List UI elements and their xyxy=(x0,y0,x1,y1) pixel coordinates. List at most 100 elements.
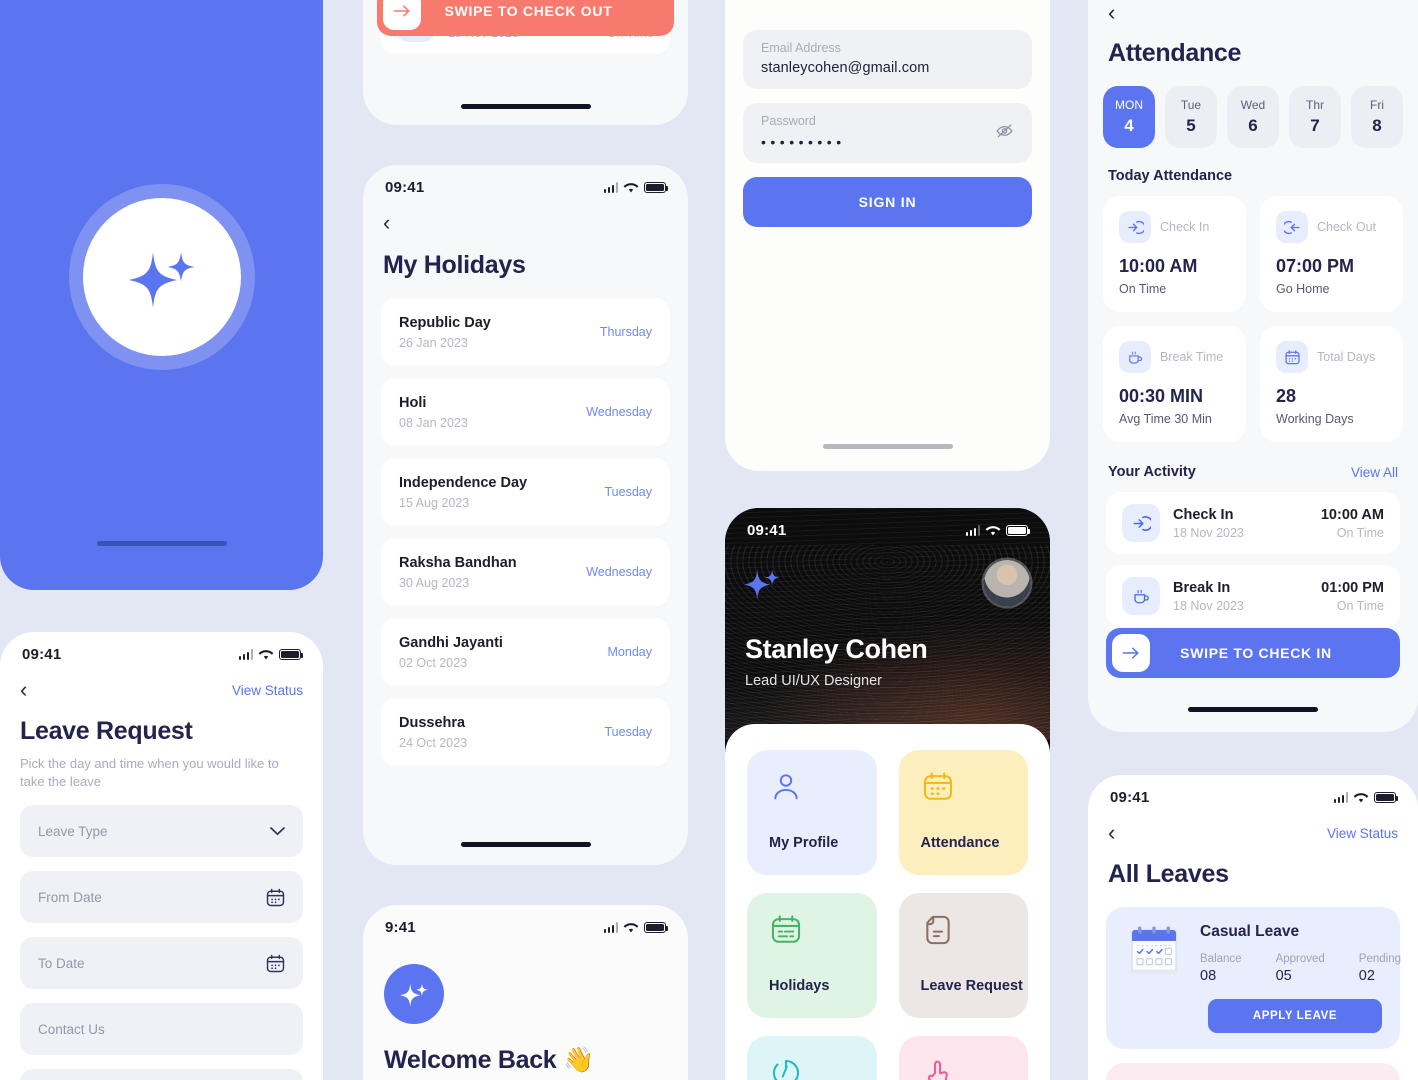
back-button[interactable]: ‹ xyxy=(1108,0,1115,25)
wifi-icon xyxy=(985,525,1001,535)
day-name: Wed xyxy=(1240,98,1266,112)
wifi-icon xyxy=(623,922,639,932)
holiday-date: 08 Jan 2023 xyxy=(399,415,468,430)
signal-icon xyxy=(1333,792,1348,803)
day-cell-wed[interactable]: Wed 6 xyxy=(1227,86,1279,148)
screenshot-canvas: 09:41 ‹ View Status Leave Request Pick t… xyxy=(0,0,1418,1080)
activity-date: 18 Nov 2023 xyxy=(1173,525,1244,540)
leave-stat-caption: Approved xyxy=(1275,953,1325,965)
back-button[interactable]: ‹ xyxy=(383,210,390,235)
reason-input[interactable]: Reason xyxy=(20,1069,303,1080)
status-bar: 09:41 xyxy=(0,632,323,667)
menu-tiles: My Profile Attendance Holidays Leave Req… xyxy=(747,750,1028,1080)
swipe-to-check-out[interactable]: SWIPE TO CHECK OUT xyxy=(377,0,674,36)
holiday-weekday: Tuesday xyxy=(604,725,652,739)
view-status-link[interactable]: View Status xyxy=(1327,826,1398,841)
activity-time: 10:00 AM xyxy=(1320,506,1384,523)
activity-note: On Time xyxy=(1336,525,1384,540)
day-cell-tue[interactable]: Tue 5 xyxy=(1165,86,1217,148)
activity-row[interactable]: Check In 18 Nov 2023 10:00 AM On Time xyxy=(1106,492,1400,554)
view-all-link[interactable]: View All xyxy=(1351,465,1398,480)
home-indicator xyxy=(460,104,591,109)
leave-type-select[interactable]: Leave Type xyxy=(20,805,303,857)
swipe-to-check-in[interactable]: SWIPE TO CHECK IN xyxy=(1106,628,1400,678)
leave-type-placeholder: Leave Type xyxy=(38,823,108,839)
sparkle-icon xyxy=(739,560,785,611)
tile-leave-request[interactable]: Leave Request xyxy=(898,893,1028,1018)
back-button[interactable]: ‹ xyxy=(20,679,27,701)
from-date-input[interactable]: From Date xyxy=(20,871,303,923)
battery-icon xyxy=(279,649,304,660)
sparkle-icon xyxy=(384,964,444,1024)
battery-icon xyxy=(644,922,669,933)
holiday-item[interactable]: Holi 08 Jan 2023 Wednesday xyxy=(381,378,670,446)
status-bar: 09:41 xyxy=(725,508,1050,543)
sparkle-icon xyxy=(82,198,241,356)
signal-icon xyxy=(238,649,253,660)
back-button[interactable]: ‹ xyxy=(1108,822,1115,844)
contact-us-placeholder: Contact Us xyxy=(38,1021,105,1037)
signal-icon xyxy=(965,525,980,536)
status-bar: 9:41 xyxy=(363,905,688,940)
wifi-icon xyxy=(1353,792,1369,802)
home-indicator xyxy=(822,444,953,449)
password-field[interactable]: Password ••••••••• xyxy=(743,103,1032,163)
leave-stat-balance: Balance 08 xyxy=(1200,953,1242,984)
welcome-back-screen: 9:41 Welcome Back 👋 xyxy=(363,905,688,1080)
profile-screen: 09:41 Stanley Cohen Lead UI/UX Designer … xyxy=(725,508,1050,1080)
calendar-dots-icon xyxy=(923,772,952,800)
my-holidays-screen: 09:41 ‹ My Holidays Republic Day 26 Jan 2… xyxy=(363,165,688,865)
tile-attendance[interactable]: Attendance xyxy=(898,750,1028,875)
holidays-list: Republic Day 26 Jan 2023 Thursday Holi 08 … xyxy=(363,298,688,766)
apply-leave-button[interactable]: APPLY LEAVE xyxy=(1208,999,1382,1033)
status-time: 09:41 xyxy=(747,522,787,539)
tile-label: Holidays xyxy=(769,978,830,994)
leave-stat-value: 05 xyxy=(1275,968,1292,984)
holiday-item[interactable]: Dussehra 24 Oct 2023 Tuesday xyxy=(381,698,670,766)
holiday-weekday: Thursday xyxy=(599,325,652,339)
stat-sub: Go Home xyxy=(1276,282,1330,296)
view-status-link[interactable]: View Status xyxy=(232,683,303,698)
avatar[interactable] xyxy=(984,560,1030,606)
password-value: ••••••••• xyxy=(761,134,846,150)
holiday-weekday: Monday xyxy=(607,645,652,659)
tile-tap[interactable] xyxy=(898,1036,1028,1080)
to-date-placeholder: To Date xyxy=(38,955,85,971)
to-date-input[interactable]: To Date xyxy=(20,937,303,989)
today-attendance-title: Today Attendance xyxy=(1108,168,1233,184)
status-icons xyxy=(603,922,669,934)
holiday-item[interactable]: Gandhi Jayanti 02 Oct 2023 Monday xyxy=(381,618,670,686)
day-cell-mon[interactable]: MON 4 xyxy=(1103,86,1155,148)
email-label: Email Address xyxy=(761,41,841,55)
tile-timer[interactable] xyxy=(747,1036,877,1080)
eye-off-icon[interactable] xyxy=(995,122,1014,144)
holiday-name: Republic Day xyxy=(399,314,491,331)
tile-my-profile[interactable]: My Profile xyxy=(747,750,877,875)
splash-screen xyxy=(0,0,323,590)
contact-us-input[interactable]: Contact Us xyxy=(20,1003,303,1055)
status-icons xyxy=(965,525,1031,537)
holiday-item[interactable]: Republic Day 26 Jan 2023 Thursday xyxy=(381,298,670,366)
sign-in-button[interactable]: SIGN IN xyxy=(743,177,1032,227)
email-field[interactable]: Email Address stanleycohen@gmail.com xyxy=(743,30,1032,89)
day-cell-fri[interactable]: Fri 8 xyxy=(1351,86,1403,148)
activity-list: Check In 18 Nov 2023 10:00 AM On Time Br… xyxy=(1088,492,1418,627)
leave-stat-caption: Balance xyxy=(1200,953,1242,965)
tile-holidays[interactable]: Holidays xyxy=(747,893,877,1018)
holiday-item[interactable]: Raksha Bandhan 30 Aug 2023 Wednesday xyxy=(381,538,670,606)
home-indicator xyxy=(1188,707,1318,712)
tile-label: Leave Request xyxy=(920,978,1023,994)
day-number: 7 xyxy=(1310,116,1320,135)
activity-row[interactable]: Break In 18 Nov 2023 01:00 PM On Time xyxy=(1106,565,1400,627)
activity-date: 18 Nov 2023 xyxy=(1173,598,1244,613)
coffee-icon xyxy=(1119,341,1151,373)
menu-tiles-sheet: My Profile Attendance Holidays Leave Req… xyxy=(725,724,1050,1080)
stat-sub: On Time xyxy=(1119,282,1167,296)
attendance-screen: ‹ Attendance MON 4 Tue 5 Wed 6 Thr 7 Fri xyxy=(1088,0,1418,732)
day-name: Fri xyxy=(1370,98,1384,112)
day-cell-thr[interactable]: Thr 7 xyxy=(1289,86,1341,148)
day-selector: MON 4 Tue 5 Wed 6 Thr 7 Fri 8 xyxy=(1088,86,1418,148)
arrow-right-icon xyxy=(1112,634,1150,672)
holiday-item[interactable]: Independence Day 15 Aug 2023 Tuesday xyxy=(381,458,670,526)
coffee-icon xyxy=(1122,577,1160,615)
